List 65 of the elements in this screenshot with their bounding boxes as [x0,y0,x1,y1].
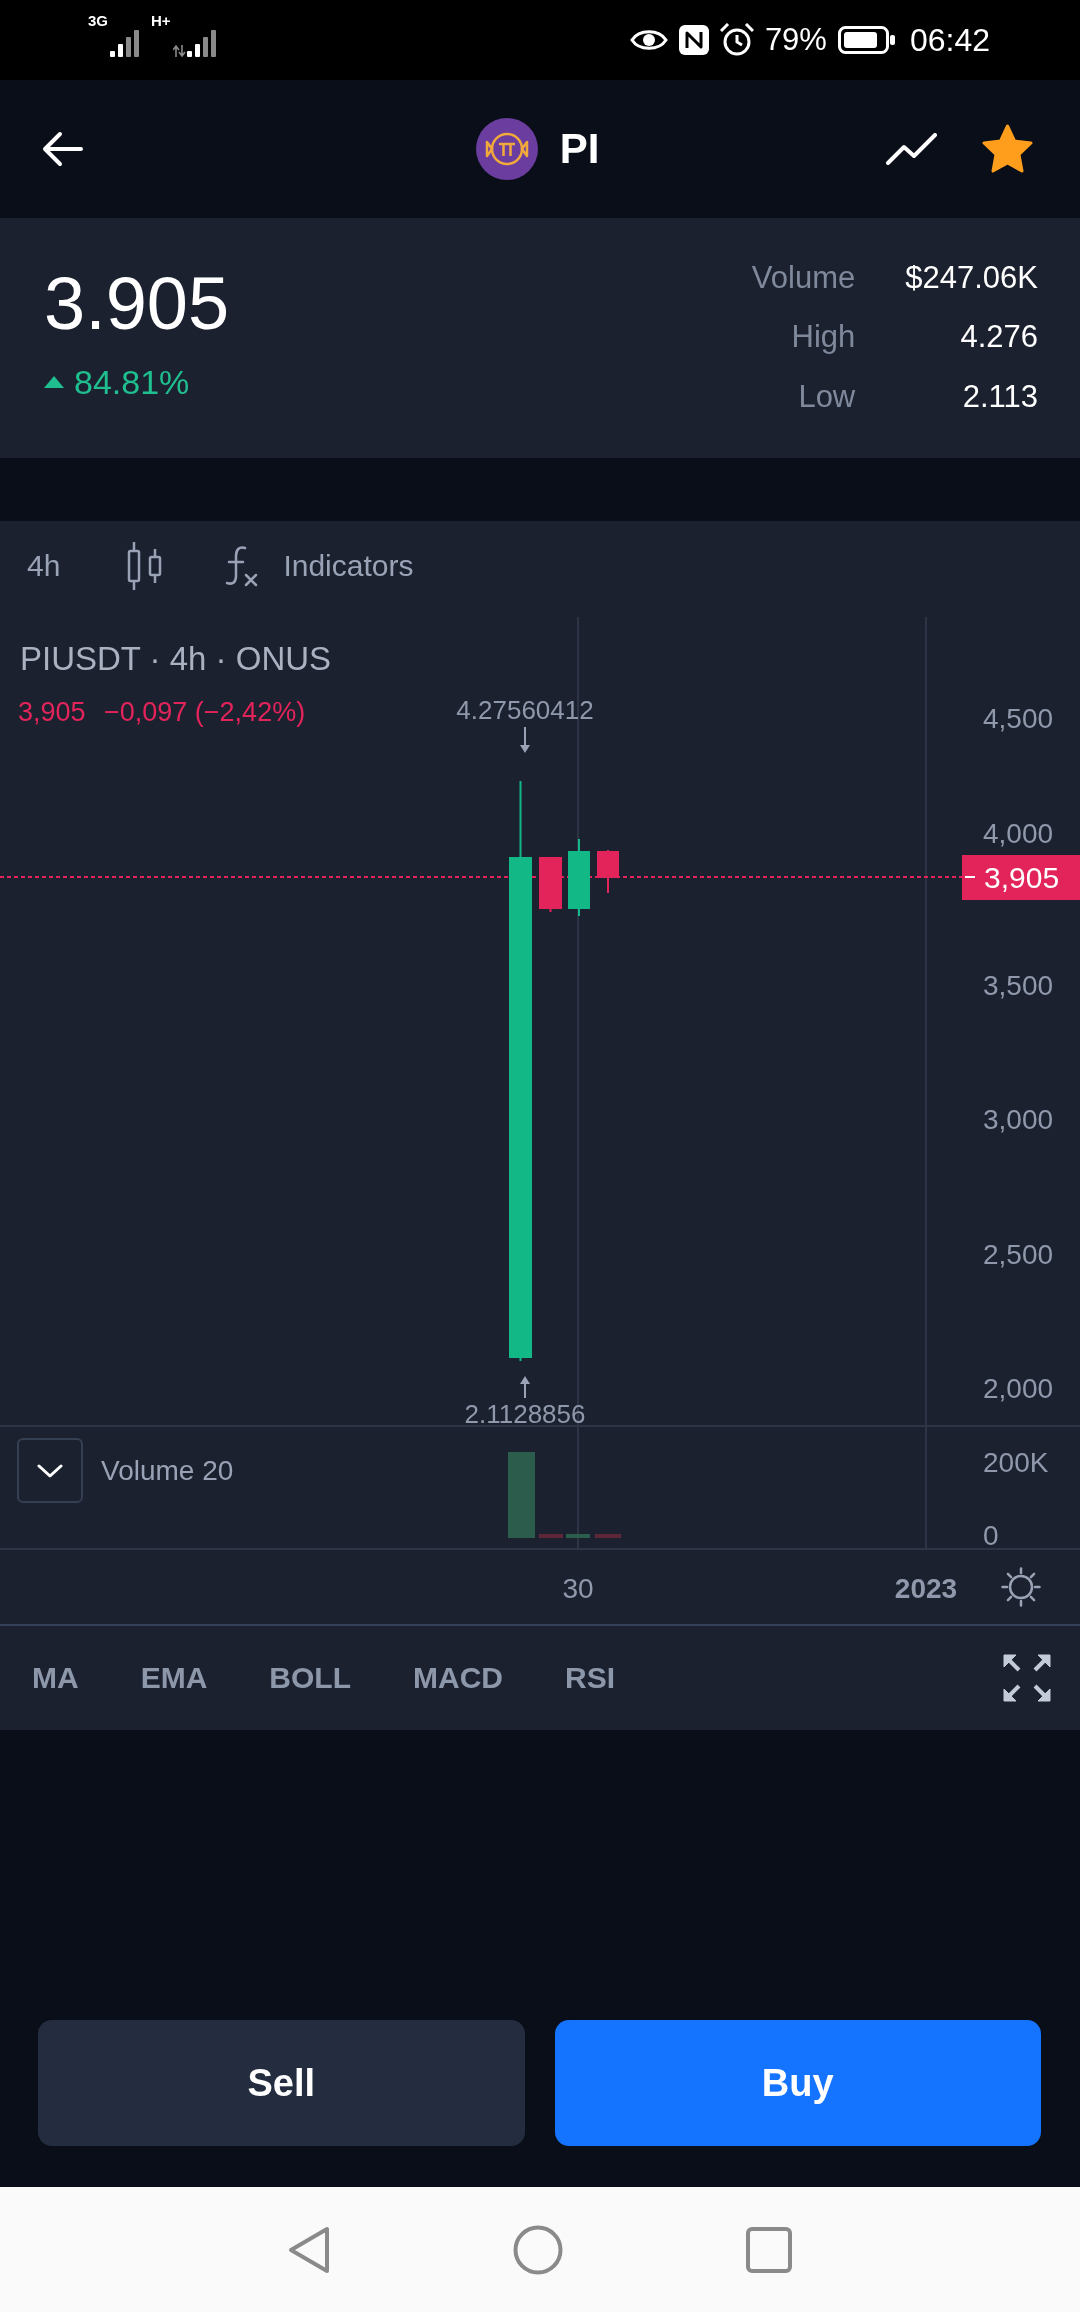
price-axis-label: 2,500 [983,1241,1054,1269]
stat-label: High [791,319,856,356]
stat-label: Low [798,378,856,415]
stat-value: 2.113 [962,378,1038,415]
network-type-label: 3G [88,13,108,29]
chart-price-change: −0,097 (−2,42%) [104,697,306,727]
buy-button[interactable]: Buy [554,2020,1041,2146]
indicator-tab[interactable]: EMA [140,1661,208,1695]
indicator-tab[interactable]: MA [32,1661,79,1695]
eye-icon [629,27,668,53]
signal-icon [110,29,139,57]
coin-logo-icon [475,118,538,180]
up-arrow-icon [519,1376,531,1398]
candlestick-icon[interactable] [127,540,163,591]
chart-legend: PIUSDT · 4h · ONUS [20,640,332,678]
candle [539,857,562,912]
nav-home-icon[interactable] [513,2224,563,2275]
sun-icon[interactable] [1001,1567,1041,1607]
high-price-label: 4.27560412 [456,695,594,725]
volume-label: Volume 20 [101,1455,234,1487]
volume-bar [595,1534,621,1538]
volume-axis-label: 200K [983,1449,1049,1477]
low-price-label: 2.1128856 [464,1399,586,1429]
indicator-tab[interactable]: MACD [413,1661,503,1695]
battery-percent: 79% [764,23,827,57]
price-axis-label: 3,000 [983,1106,1054,1134]
function-icon[interactable] [224,544,259,587]
fullscreen-icon[interactable] [1002,1653,1052,1703]
volume-bar [566,1534,590,1538]
screen-title: PI [559,125,600,173]
signal-icon [172,29,216,57]
star-icon[interactable] [981,124,1034,174]
battery-icon [837,26,895,54]
time-axis-label: 30 [562,1573,594,1605]
nav-recents-icon[interactable] [746,2226,792,2273]
sell-button[interactable]: Sell [38,2020,525,2146]
indicators-button[interactable]: Indicators [283,548,414,583]
volume-axis-label: 0 [983,1522,999,1550]
nfc-icon [678,25,709,55]
last-price: 3.905 [44,264,230,344]
line-chart-icon[interactable] [886,133,937,165]
stat-label: Volume [751,259,856,296]
back-icon[interactable] [41,131,83,167]
collapse-button[interactable] [17,1438,83,1503]
indicator-tab[interactable]: BOLL [269,1661,351,1695]
down-arrow-icon [519,727,531,753]
alarm-icon [719,23,754,57]
volume-bar [539,1534,563,1538]
stat-value: 4.276 [960,319,1038,356]
price-axis-label: 4,500 [983,705,1054,733]
nav-back-icon[interactable] [288,2225,330,2274]
clock-time: 06:42 [909,23,990,57]
interval-selector[interactable]: 4h [27,548,61,583]
price-axis-label: 4,000 [983,820,1054,848]
price-axis-label: 3,500 [983,972,1054,1000]
network-type-label: H+ [151,13,171,29]
stat-value: $247.06K [905,259,1038,296]
candle [597,850,619,893]
chart-last-price: 3,905 [18,697,86,727]
chevron-down-icon [37,1463,63,1478]
time-axis-label: 2023 [894,1573,958,1605]
price-axis-label: 2,000 [983,1375,1054,1403]
indicator-tab[interactable]: RSI [565,1661,615,1695]
current-price-tag: 3,905 [962,855,1080,900]
price-change-percent: 84.81% [74,362,190,402]
